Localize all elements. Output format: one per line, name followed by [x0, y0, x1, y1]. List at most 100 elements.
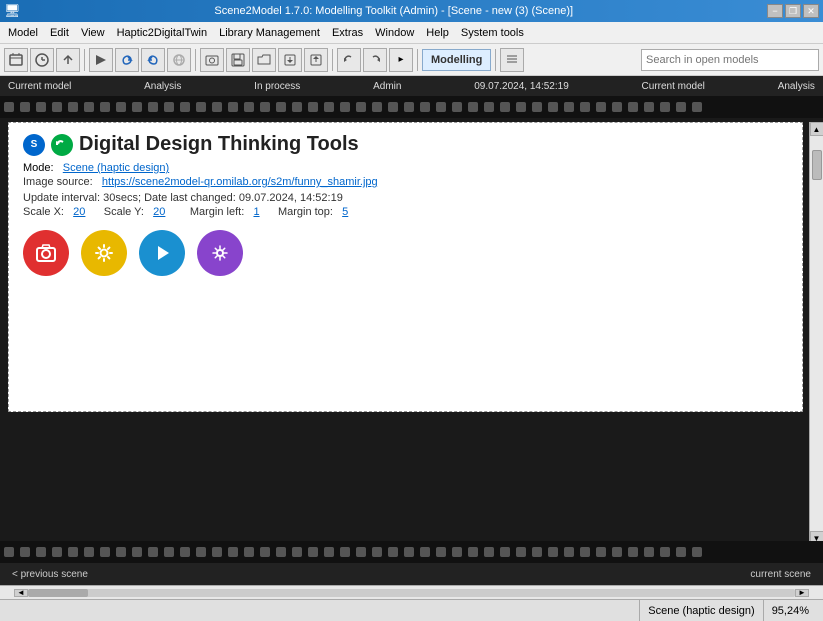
panel-title-row: S Digital Design Thinking Tools [23, 133, 788, 156]
film-hole [660, 547, 670, 557]
mode-link[interactable]: Scene (haptic design) [63, 162, 169, 174]
menu-extras[interactable]: Extras [326, 25, 369, 41]
toolbar-btn-7[interactable] [167, 48, 191, 72]
film-hole [532, 547, 542, 557]
scroll-left-arrow[interactable]: ◄ [14, 589, 28, 597]
action-buttons-row [23, 230, 788, 276]
toolbar-sep-3 [332, 49, 333, 71]
restore-button[interactable]: ❐ [785, 4, 801, 18]
margin-top-value[interactable]: 5 [342, 206, 348, 218]
film-hole [52, 102, 62, 112]
menu-window[interactable]: Window [369, 25, 420, 41]
toolbar-open-btn[interactable] [252, 48, 276, 72]
scroll-up-arrow[interactable]: ▲ [810, 122, 823, 136]
scroll-right-arrow[interactable]: ► [795, 589, 809, 597]
menu-library[interactable]: Library Management [213, 25, 326, 41]
film-hole [644, 102, 654, 112]
minimize-button[interactable]: − [767, 4, 783, 18]
film-hole [516, 547, 526, 557]
image-source-line: Image source: https://scene2model-qr.omi… [23, 176, 788, 188]
film-hole [116, 102, 126, 112]
margin-left-label: Margin left: [190, 206, 244, 218]
toolbar-export-btn[interactable] [278, 48, 302, 72]
toolbar-btn-arrow[interactable]: ▸ [389, 48, 413, 72]
film-hole [276, 102, 286, 112]
scale-y-label: Scale Y: [104, 206, 144, 218]
film-hole [68, 547, 78, 557]
film-hole [468, 547, 478, 557]
film-hole [388, 102, 398, 112]
film-hole [452, 102, 462, 112]
film-hole [36, 547, 46, 557]
film-hole [500, 547, 510, 557]
scroll-h-thumb[interactable] [28, 589, 88, 597]
gear-action-button[interactable] [197, 230, 243, 276]
film-hole [580, 102, 590, 112]
toolbar-sep-5 [495, 49, 496, 71]
content-panel: S Digital Design Thinking Tools Mode: Sc… [8, 122, 803, 412]
menu-view[interactable]: View [75, 25, 111, 41]
film-hole [692, 547, 702, 557]
toolbar-btn-2[interactable] [30, 48, 54, 72]
film-strip-top [0, 96, 823, 118]
film-hole [100, 102, 110, 112]
film-hole [356, 102, 366, 112]
vertical-scrollbar[interactable]: ▲ ▼ [809, 122, 823, 541]
menu-help[interactable]: Help [420, 25, 455, 41]
film-hole [596, 547, 606, 557]
toolbar-btn-6[interactable] [141, 48, 165, 72]
prev-scene-link[interactable]: < previous scene [12, 569, 88, 580]
image-source-url[interactable]: https://scene2model-qr.omilab.org/s2m/fu… [102, 176, 378, 188]
film-hole [484, 547, 494, 557]
toolbar-import-btn[interactable] [304, 48, 328, 72]
menu-model[interactable]: Model [2, 25, 44, 41]
film-hole [420, 547, 430, 557]
toolbar-sep-1 [84, 49, 85, 71]
panel-main-title: Digital Design Thinking Tools [79, 133, 359, 156]
scale-x-value[interactable]: 20 [73, 206, 85, 218]
scroll-thumb[interactable] [812, 150, 822, 180]
toolbar-camera-btn[interactable] [200, 48, 224, 72]
film-hole [356, 547, 366, 557]
scroll-down-arrow[interactable]: ▼ [810, 531, 823, 541]
status-bar: Scene (haptic design) 95,24% [0, 599, 823, 621]
scale-y-value[interactable]: 20 [153, 206, 165, 218]
film-hole [228, 102, 238, 112]
search-input[interactable] [646, 54, 814, 66]
film-hole [436, 102, 446, 112]
film-hole [148, 102, 158, 112]
settings-action-button[interactable] [81, 230, 127, 276]
film-hole [324, 102, 334, 112]
toolbar-btn-3[interactable] [56, 48, 80, 72]
toolbar-align-btn[interactable] [500, 48, 524, 72]
film-hole [644, 547, 654, 557]
toolbar-btn-5[interactable] [115, 48, 139, 72]
toolbar-btn-1[interactable] [4, 48, 28, 72]
menu-system-tools[interactable]: System tools [455, 25, 530, 41]
menu-edit[interactable]: Edit [44, 25, 75, 41]
film-hole [532, 102, 542, 112]
redo-button[interactable] [363, 48, 387, 72]
search-box[interactable] [641, 49, 819, 71]
margin-left-value[interactable]: 1 [253, 206, 259, 218]
film-hole [212, 547, 222, 557]
toolbar-save-btn[interactable] [226, 48, 250, 72]
horizontal-scrollbar[interactable]: ◄ ► [0, 585, 823, 599]
camera-action-button[interactable] [23, 230, 69, 276]
film-hole [20, 547, 30, 557]
menu-bar: Model Edit View Haptic2DigitalTwin Libra… [0, 22, 823, 44]
film-hole [404, 547, 414, 557]
menu-haptic2digitaltwin[interactable]: Haptic2DigitalTwin [111, 25, 213, 41]
film-strip-bottom [0, 541, 823, 563]
film-hole [452, 547, 462, 557]
undo-button[interactable] [337, 48, 361, 72]
film-hole [84, 102, 94, 112]
film-hole [612, 102, 622, 112]
toolbar-btn-4[interactable] [89, 48, 113, 72]
film-hole [196, 102, 206, 112]
film-hole [308, 547, 318, 557]
close-button[interactable]: ✕ [803, 4, 819, 18]
film-hole [308, 102, 318, 112]
play-action-button[interactable] [139, 230, 185, 276]
film-hole [116, 547, 126, 557]
